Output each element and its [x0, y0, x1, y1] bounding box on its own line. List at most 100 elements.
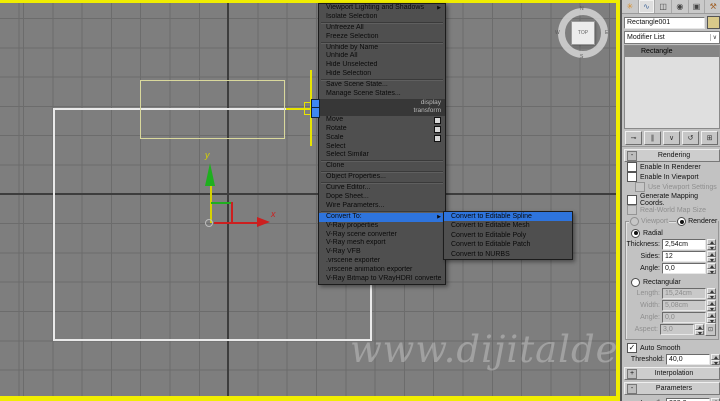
configure-modifier-sets-icon: ⊞ [707, 134, 713, 142]
gizmo-y-axis-arrow-icon[interactable] [205, 163, 215, 186]
tab-motion[interactable]: ◉ [672, 0, 689, 13]
menu-item-select[interactable]: Select [319, 143, 445, 152]
viewcube-west-label: W [555, 30, 560, 36]
rollout-interpolation-header[interactable]: + Interpolation [624, 367, 720, 380]
menu-item-vrscene-animation-exporter[interactable]: .vrscene animation exporter [319, 266, 445, 275]
viewcube[interactable]: N E S W TOP [556, 6, 610, 60]
rectangle-shape-selected[interactable] [140, 80, 285, 139]
menu-item-convert-to-editable-patch[interactable]: Convert to Editable Patch [444, 240, 572, 249]
viewport-top[interactable]: www.dijitaldevs.c y x N E S W TOP [0, 0, 620, 401]
menu-item-unhide-all[interactable]: Unhide All [319, 52, 445, 61]
menu-item-manage-scene-states[interactable]: Manage Scene States... [319, 90, 445, 99]
field-length-render: Length: 15,24cm [626, 288, 716, 299]
remove-modifier-button[interactable]: ↺ [682, 131, 699, 145]
rollout-parameters-header[interactable]: - Parameters [624, 382, 720, 395]
threshold-spinner[interactable] [711, 354, 720, 365]
menu-item-label: Select Similar [326, 151, 441, 160]
gizmo-x-axis-shaft[interactable] [214, 222, 258, 224]
settings-box-icon[interactable] [434, 135, 441, 142]
pin-stack-button[interactable]: ⊸ [625, 131, 642, 145]
menu-item-freeze-selection[interactable]: Freeze Selection [319, 33, 445, 42]
menu-item-hide-selection[interactable]: Hide Selection [319, 70, 445, 79]
checkbox-label: Real-World Map Size [640, 207, 706, 214]
menu-item-label: Convert to Editable Mesh [451, 221, 568, 230]
menu-item-isolate-selection[interactable]: Isolate Selection [319, 13, 445, 22]
menu-item-scale[interactable]: Scale [319, 134, 445, 143]
tab-display[interactable]: ▣ [689, 0, 706, 13]
menu-item-v-ray-bitmap-to-vrayhdri-converter[interactable]: V-Ray Bitmap to VRayHDRI converter [319, 275, 445, 284]
show-end-result-button[interactable]: ∥ [644, 131, 661, 145]
make-unique-button[interactable]: ∨ [663, 131, 680, 145]
menu-item-select-similar[interactable]: Select Similar [319, 151, 445, 160]
quad-label-transform[interactable]: transform [319, 107, 445, 116]
menu-item-viewport-lighting-and-shadows[interactable]: Viewport Lighting and Shadows▶ [319, 4, 445, 13]
menu-item-label: V-Ray properties [326, 222, 441, 231]
object-color-swatch[interactable] [707, 16, 720, 29]
menu-item-label: Curve Editor... [326, 184, 441, 193]
gizmo-xy-plane-handle-green[interactable] [211, 202, 232, 204]
menu-item-curve-editor[interactable]: Curve Editor... [319, 184, 445, 193]
menu-item-label: Wire Parameters... [326, 202, 441, 211]
menu-item-rotate[interactable]: Rotate [319, 125, 445, 134]
modifier-list-dropdown[interactable]: Modifier List ∨ [624, 31, 720, 44]
field-thickness: Thickness: 2,54cm [626, 239, 716, 250]
radio-renderer[interactable]: Renderer [676, 217, 718, 226]
menu-item-v-ray-properties[interactable]: V-Ray properties [319, 222, 445, 231]
checkbox-enable-in-renderer[interactable]: Enable In Renderer [622, 162, 720, 172]
menu-item-convert-to-editable-spline[interactable]: Convert to Editable Spline [444, 212, 572, 221]
menu-item-v-ray-mesh-export[interactable]: V-Ray mesh export [319, 239, 445, 248]
object-name-field[interactable]: Rectangle001 [624, 17, 705, 29]
sides-spinner[interactable] [707, 251, 716, 262]
menu-item-convert-to-editable-mesh[interactable]: Convert to Editable Mesh [444, 221, 572, 230]
menu-item-unhide-by-name[interactable]: Unhide by Name [319, 44, 445, 53]
menu-item-convert-to-nurbs[interactable]: Convert to NURBS [444, 250, 572, 259]
checkbox-enable-in-viewport[interactable]: Enable In Viewport [622, 172, 720, 182]
radio-rectangular[interactable]: Rectangular [626, 277, 718, 287]
checkbox-use-viewport-settings: Use Viewport Settings [622, 182, 720, 192]
tab-create[interactable]: ✳ [622, 0, 639, 13]
gizmo-x-axis-arrow-icon[interactable] [257, 217, 270, 227]
menu-item-label: V-Ray scene converter [326, 231, 441, 240]
configure-modifier-sets-button[interactable]: ⊞ [701, 131, 718, 145]
checkbox-label: Enable In Renderer [640, 164, 701, 171]
aspect-spinner [695, 324, 704, 335]
modifier-stack[interactable]: Rectangle [624, 45, 720, 129]
tab-modify[interactable]: ∿ [639, 0, 656, 13]
radio-radial[interactable]: Radial [626, 228, 718, 238]
viewcube-top-face[interactable]: TOP [571, 21, 595, 45]
menu-item-move[interactable]: Move [319, 116, 445, 125]
collapse-icon: - [627, 384, 637, 394]
angle-input[interactable]: 0,0 [662, 263, 706, 274]
checkbox-generate-mapping-coords[interactable]: Generate Mapping Coords. [622, 195, 720, 205]
threshold-input[interactable]: 40,0 [666, 354, 710, 365]
menu-item-dope-sheet[interactable]: Dope Sheet... [319, 193, 445, 202]
menu-item-unfreeze-all[interactable]: Unfreeze All [319, 24, 445, 33]
tab-utilities[interactable]: ⚒ [705, 0, 720, 13]
gizmo-y-axis-shaft[interactable] [210, 186, 212, 223]
rollout-rendering-header[interactable]: - Rendering [624, 149, 720, 162]
menu-item-v-ray-scene-converter[interactable]: V-Ray scene converter [319, 231, 445, 240]
checkbox-auto-smooth[interactable]: Auto Smooth [622, 343, 720, 353]
settings-box-icon[interactable] [434, 117, 441, 124]
sides-input[interactable]: 12 [662, 251, 706, 262]
checkbox-icon [627, 343, 637, 353]
menu-item-save-scene-state[interactable]: Save Scene State... [319, 81, 445, 90]
settings-box-icon[interactable] [434, 126, 441, 133]
menu-item-hide-unselected[interactable]: Hide Unselected [319, 61, 445, 70]
menu-item-vrscene-exporter[interactable]: .vrscene exporter [319, 257, 445, 266]
modifier-list-label: Modifier List [627, 34, 710, 41]
thickness-spinner[interactable] [707, 239, 716, 250]
modifier-stack-item-rectangle[interactable]: Rectangle [625, 46, 719, 57]
menu-item-object-properties[interactable]: Object Properties... [319, 173, 445, 182]
menu-item-clone[interactable]: Clone [319, 162, 445, 171]
menu-item-convert-to-editable-poly[interactable]: Convert to Editable Poly [444, 231, 572, 240]
thickness-input[interactable]: 2,54cm [662, 239, 706, 250]
angle-spinner[interactable] [707, 263, 716, 274]
tab-hierarchy[interactable]: ◫ [655, 0, 672, 13]
lock-aspect-button[interactable]: ⊡ [705, 323, 716, 336]
menu-item-convert-to[interactable]: Convert To:▶ [319, 213, 445, 222]
quad-label-display[interactable]: display [319, 99, 445, 108]
menu-item-wire-parameters[interactable]: Wire Parameters... [319, 202, 445, 211]
menu-item-v-ray-vfb[interactable]: V-Ray VFB [319, 248, 445, 257]
gizmo-xy-plane-handle-red[interactable] [231, 202, 233, 223]
